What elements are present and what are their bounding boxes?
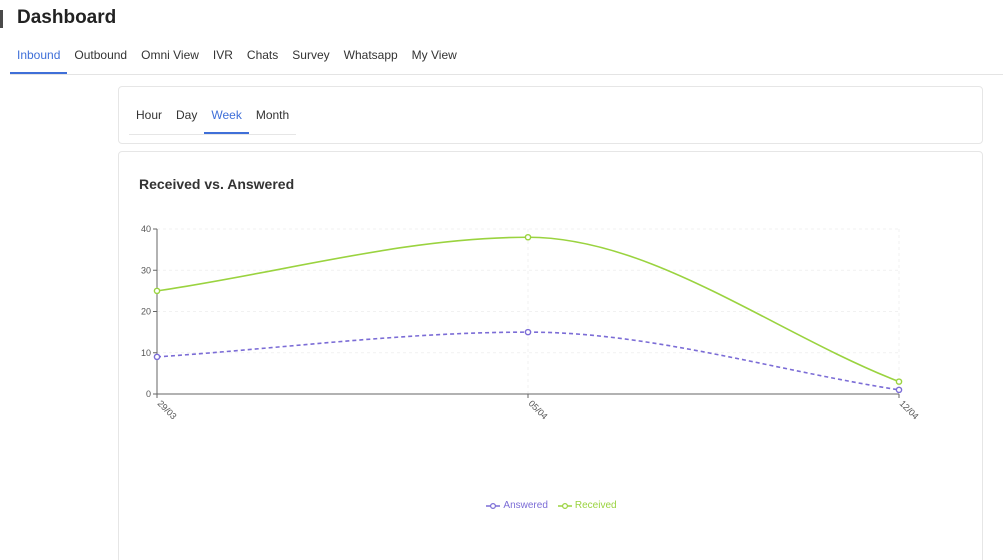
data-point-answered <box>895 386 903 394</box>
line-chart: 0 10 20 30 40 29/03 05/04 12/04 <box>141 224 921 421</box>
main-tabs: Inbound Outbound Omni View IVR Chats Sur… <box>10 41 464 75</box>
legend-line-icon <box>486 502 501 509</box>
y-tick-label: 20 <box>141 307 151 317</box>
period-tab-hour[interactable]: Hour <box>129 100 169 134</box>
legend-label-answered: Answered <box>503 500 548 511</box>
period-tabs: Hour Day Week Month <box>129 100 297 135</box>
data-point-received <box>895 378 903 385</box>
tab-outbound[interactable]: Outbound <box>67 41 134 74</box>
page-title: Dashboard <box>17 7 117 28</box>
period-tab-month[interactable]: Month <box>249 100 296 134</box>
tab-omni-view[interactable]: Omni View <box>134 41 206 74</box>
tab-whatsapp[interactable]: Whatsapp <box>337 41 405 74</box>
x-tick-label: 29/03 <box>156 398 179 421</box>
period-selector-card: Hour Day Week Month <box>118 86 983 144</box>
chart-card: Received vs. Answered 0 10 20 30 40 29/03 05/0… <box>118 151 983 560</box>
legend-line-icon <box>557 502 572 509</box>
legend-item-answered[interactable]: Answered <box>486 500 548 511</box>
legend-item-received[interactable]: Received <box>557 500 617 511</box>
x-tick-label: 12/04 <box>898 398 921 421</box>
legend-label-received: Received <box>574 500 617 511</box>
data-point-received <box>524 233 532 241</box>
y-tick-label: 0 <box>146 389 151 399</box>
tab-survey[interactable]: Survey <box>285 41 336 74</box>
x-tick-label: 05/04 <box>527 398 550 421</box>
tab-ivr[interactable]: IVR <box>206 41 240 74</box>
tab-inbound[interactable]: Inbound <box>10 41 68 74</box>
tab-my-view[interactable]: My View <box>405 41 464 74</box>
tabs-divider <box>10 74 1003 75</box>
data-point-answered <box>153 353 161 361</box>
left-edge-marker <box>0 10 3 28</box>
data-point-answered <box>524 328 532 336</box>
chart-legend: Answered Received <box>119 500 984 511</box>
data-point-received <box>153 287 161 295</box>
tab-chats[interactable]: Chats <box>240 41 285 74</box>
y-tick-label: 10 <box>141 348 151 358</box>
y-tick-label: 30 <box>141 265 151 275</box>
period-tab-week[interactable]: Week <box>204 100 249 134</box>
period-tab-day[interactable]: Day <box>169 100 204 134</box>
y-tick-label: 40 <box>141 224 151 234</box>
